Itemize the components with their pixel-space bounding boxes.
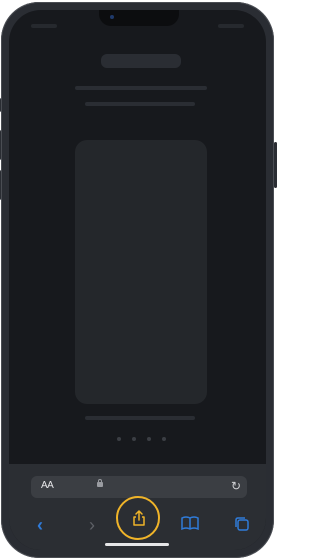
content-card-placeholder — [75, 140, 207, 404]
reload-icon[interactable]: ↻ — [229, 479, 243, 493]
volume-down-button — [0, 170, 1, 200]
lock-icon — [97, 479, 103, 487]
status-bar-left — [31, 24, 57, 28]
browser-toolbar: AA ↻ ‹ › — [9, 464, 266, 550]
text-line-placeholder — [85, 102, 195, 106]
phone-frame: AA ↻ ‹ › — [0, 2, 277, 558]
tabs-button[interactable] — [233, 516, 251, 534]
bookmarks-button[interactable] — [181, 516, 199, 534]
share-button[interactable] — [116, 496, 160, 540]
page-dot — [117, 437, 121, 441]
share-icon — [133, 510, 145, 526]
text-line-placeholder — [85, 416, 195, 420]
power-button — [274, 142, 277, 188]
page-dot — [147, 437, 151, 441]
notch — [99, 10, 179, 26]
address-bar[interactable]: AA ↻ — [31, 476, 247, 498]
screen: AA ↻ ‹ › — [9, 10, 266, 550]
silent-switch — [0, 98, 1, 112]
page-dot — [132, 437, 136, 441]
forward-chevron-icon[interactable]: › — [83, 516, 101, 534]
home-indicator[interactable] — [105, 543, 169, 546]
page-title-placeholder — [101, 54, 181, 68]
camera-icon — [110, 15, 114, 19]
back-chevron-icon[interactable]: ‹ — [31, 516, 49, 534]
page-dots — [117, 436, 167, 442]
bookmarks-icon — [181, 516, 199, 531]
status-bar-right — [218, 24, 244, 28]
page-dot — [162, 437, 166, 441]
volume-up-button — [0, 130, 1, 160]
reader-aa-button[interactable]: AA — [41, 480, 54, 491]
text-line-placeholder — [75, 86, 207, 90]
tabs-icon — [235, 517, 249, 531]
